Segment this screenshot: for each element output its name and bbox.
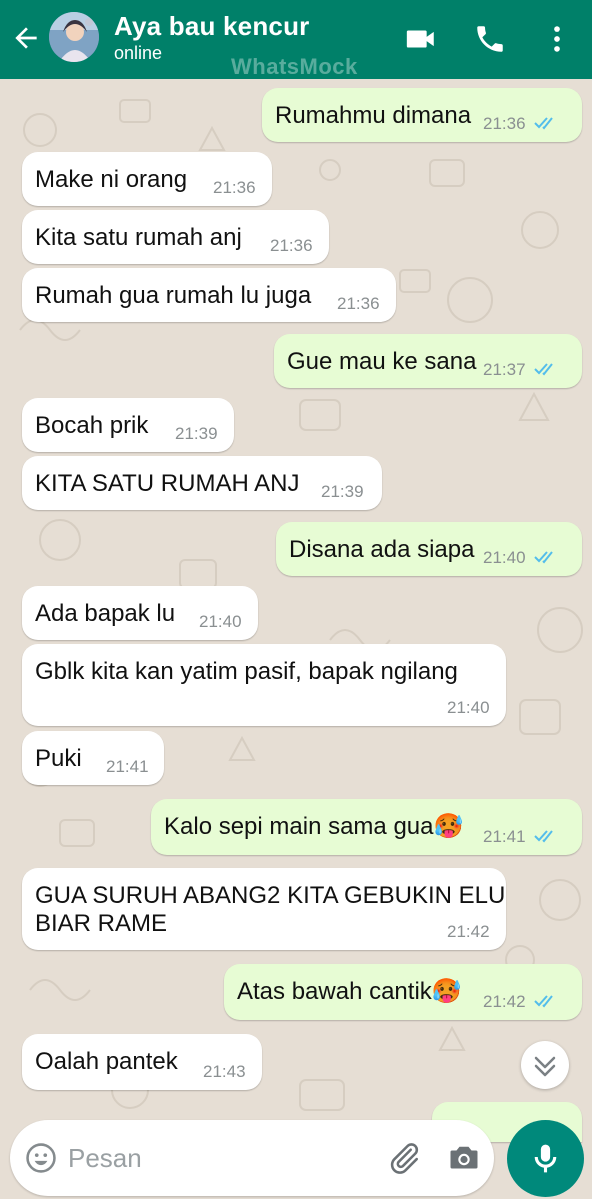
message-text: Kita satu rumah anj <box>35 224 242 251</box>
message-time: 21:36 <box>270 236 313 255</box>
message-incoming[interactable]: Bocah prik 21:39 <box>22 398 234 452</box>
message-text: Gue mau ke sana <box>287 348 477 375</box>
message-time: 21:36 <box>337 294 380 313</box>
message-outgoing[interactable]: Atas bawah cantik🥵 21:42 <box>224 964 582 1020</box>
double-check-icon <box>534 363 553 376</box>
message-text: Puki <box>35 745 82 772</box>
chevron-down-icon <box>534 1056 556 1077</box>
message-incoming[interactable]: Puki 21:41 <box>22 731 164 785</box>
mic-button[interactable] <box>507 1120 584 1197</box>
message-time: 21:36 <box>213 178 256 197</box>
message-text: Ada bapak lu <box>35 600 176 627</box>
message-text: Make ni orang <box>35 166 188 193</box>
message-input[interactable] <box>68 1136 368 1180</box>
message-text: Kalo sepi main sama gua🥵 <box>164 813 464 840</box>
avatar-image <box>49 12 99 62</box>
mic-icon <box>534 1144 557 1173</box>
double-check-icon <box>534 117 553 130</box>
message-incoming[interactable]: GUA SURUH ABANG2 KITA GEBUKIN ELU BIAR R… <box>22 868 506 950</box>
double-check-icon <box>534 830 553 843</box>
message-text: Rumah gua rumah lu juga <box>35 282 312 309</box>
message-incoming[interactable]: Gblk kita kan yatim pasif, bapak ngilang… <box>22 644 506 726</box>
message-incoming[interactable]: Kita satu rumah anj 21:36 <box>22 210 329 264</box>
message-text: Rumahmu dimana <box>275 102 472 129</box>
message-incoming[interactable]: Make ni orang 21:36 <box>22 152 272 206</box>
message-text: GUA SURUH ABANG2 KITA GEBUKIN ELU <box>35 882 506 909</box>
message-time: 21:43 <box>203 1062 246 1081</box>
message-incoming[interactable]: Rumah gua rumah lu juga 21:36 <box>22 268 396 322</box>
message-outgoing[interactable]: Rumahmu dimana 21:36 <box>262 88 582 142</box>
double-check-icon <box>534 551 553 564</box>
message-time: 21:42 <box>483 992 526 1011</box>
message-text: KITA SATU RUMAH ANJ <box>35 470 300 497</box>
video-call-icon[interactable] <box>404 22 438 56</box>
message-incoming[interactable]: Oalah pantek 21:43 <box>22 1034 262 1090</box>
message-outgoing[interactable]: Kalo sepi main sama gua🥵 21:41 <box>151 799 582 855</box>
message-time: 21:37 <box>483 360 526 379</box>
message-text: Bocah prik <box>35 412 149 439</box>
message-time: 21:39 <box>175 424 218 443</box>
scroll-to-bottom-button[interactable] <box>521 1041 569 1089</box>
double-check-icon <box>534 995 553 1008</box>
message-text-line-2: BIAR RAME <box>35 910 168 937</box>
message-text: Gblk kita kan yatim pasif, bapak ngilang <box>35 658 458 685</box>
phone-icon[interactable] <box>473 22 507 56</box>
message-time: 21:39 <box>321 482 364 501</box>
emoji-icon[interactable] <box>24 1141 58 1175</box>
message-time: 21:42 <box>447 922 490 941</box>
avatar[interactable] <box>49 12 99 62</box>
message-time: 21:41 <box>106 757 149 776</box>
message-time: 21:40 <box>199 612 242 631</box>
chat-header: Aya bau kencur online WhatsMock <box>0 0 592 79</box>
message-text: Disana ada siapa <box>289 536 475 563</box>
camera-icon[interactable] <box>446 1140 482 1176</box>
message-outgoing[interactable]: Gue mau ke sana 21:37 <box>274 334 582 388</box>
message-incoming[interactable]: Ada bapak lu 21:40 <box>22 586 258 640</box>
back-arrow-icon[interactable] <box>10 22 42 54</box>
message-time: 21:40 <box>447 698 490 717</box>
message-time: 21:36 <box>483 114 526 133</box>
contact-name[interactable]: Aya bau kencur <box>114 11 309 42</box>
watermark: WhatsMock <box>231 54 358 79</box>
message-time: 21:40 <box>483 548 526 567</box>
contact-status: online <box>114 43 163 63</box>
message-composer <box>10 1120 494 1196</box>
message-time: 21:41 <box>483 827 526 846</box>
more-vert-icon[interactable] <box>540 22 574 56</box>
message-outgoing[interactable]: Disana ada siapa 21:40 <box>276 522 582 576</box>
message-incoming[interactable]: KITA SATU RUMAH ANJ 21:39 <box>22 456 382 510</box>
message-text: Oalah pantek <box>35 1048 178 1075</box>
attach-icon[interactable] <box>386 1140 422 1176</box>
message-text: Atas bawah cantik🥵 <box>237 978 462 1005</box>
